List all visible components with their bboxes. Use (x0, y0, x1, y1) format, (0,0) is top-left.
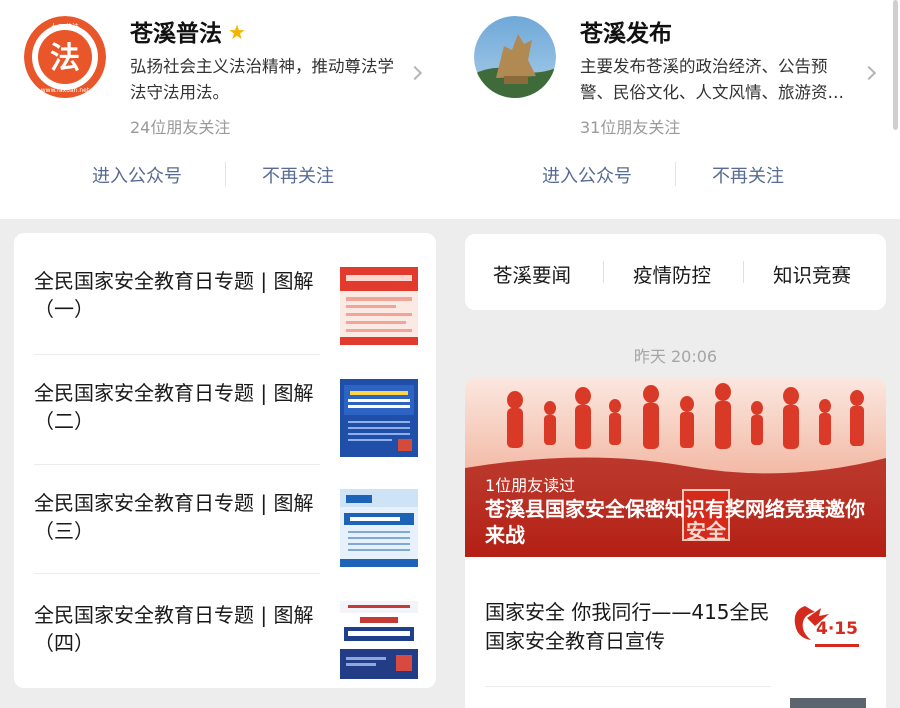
article-list: 全民国家安全教育日专题 | 图解（一） 全民国家安全教育日专题 | 图解（二） (14, 233, 436, 688)
sculpture-photo-icon (474, 16, 556, 98)
pufa-logo-icon: 法 七五普法 www.faxuan.net (24, 16, 106, 98)
article-thumbnail[interactable] (790, 698, 866, 708)
menu-item-epidemic[interactable]: 疫情防控 (633, 259, 711, 288)
friends-following-count: 24位朋友关注 (130, 118, 231, 137)
account-actions: 进入公众号 不再关注 (450, 156, 900, 192)
list-divider (34, 464, 320, 465)
article-title[interactable]: 全民国家安全教育日专题 | 图解（二） (34, 379, 324, 435)
avatar-badge: 七五普法 (51, 22, 79, 31)
article-thumbnail[interactable] (340, 379, 418, 457)
account-menu: 苍溪要闻 疫情防控 知识竞赛 (465, 234, 886, 310)
subscription-header: 法 七五普法 www.faxuan.net 苍溪普法 ★ 弘扬社会主义法治精神，推… (0, 0, 900, 219)
menu-item-quiz[interactable]: 知识竞赛 (773, 259, 851, 288)
list-item[interactable]: 全民国家安全教育日专题 | 图解（四） (34, 601, 418, 688)
article-thumbnail[interactable]: 4·15 (785, 596, 867, 658)
account-card-cangxi-fabu: 苍溪发布 主要发布苍溪的政治经济、公告预警、民俗文化、人文风情、旅游资… 31位… (450, 0, 900, 219)
article-thumbnail[interactable] (340, 267, 418, 345)
article-title[interactable]: 全民国家安全教育日专题 | 图解（四） (34, 601, 324, 657)
article-title[interactable]: 国家安全 你我同行——415全民国家安全教育日宣传 (485, 598, 780, 656)
account-actions: 进入公众号 不再关注 (0, 156, 450, 192)
account-description[interactable]: 主要发布苍溪的政治经济、公告预警、民俗文化、人文风情、旅游资… (580, 54, 860, 106)
avatar-char: 法 (50, 41, 80, 76)
enter-account-button[interactable]: 进入公众号 (542, 162, 632, 188)
account-name-row[interactable]: 苍溪普法 ★ (130, 14, 246, 48)
account-card-cangxi-pufa: 法 七五普法 www.faxuan.net 苍溪普法 ★ 弘扬社会主义法治精神，推… (0, 0, 450, 219)
unfollow-button[interactable]: 不再关注 (712, 162, 784, 188)
action-divider (225, 162, 226, 186)
unfollow-button[interactable]: 不再关注 (262, 162, 334, 188)
list-divider (34, 354, 320, 355)
menu-item-news[interactable]: 苍溪要闻 (493, 259, 571, 288)
list-divider (34, 573, 320, 574)
enter-account-button[interactable]: 进入公众号 (92, 162, 182, 188)
list-item[interactable]: 全民国家安全教育日专题 | 图解（三） (34, 489, 418, 599)
article-thumbnail[interactable] (340, 489, 418, 567)
message-timestamp: 昨天 20:06 (633, 347, 718, 366)
account-name[interactable]: 苍溪发布 (580, 21, 672, 47)
menu-divider (603, 261, 604, 283)
friends-following-count: 31位朋友关注 (580, 118, 681, 137)
list-divider (485, 686, 771, 687)
logo-text: 4·15 (816, 619, 858, 639)
article-thumbnail[interactable] (340, 601, 418, 679)
message-card: 安全 1位朋友读过 苍溪县国家安全保密知识有奖网络竞赛邀你来战 国家安全 你我同… (465, 378, 886, 708)
friends-read-count: 1位朋友读过 (485, 476, 576, 495)
account-description[interactable]: 弘扬社会主义法治精神，推动尊法学法守法用法。 (130, 54, 410, 106)
menu-divider (743, 261, 744, 283)
national-security-day-logo-icon: 4·15 (785, 596, 867, 658)
list-item[interactable]: 全民国家安全教育日专题 | 图解（一） (34, 267, 418, 377)
account-name-row[interactable]: 苍溪发布 (580, 14, 672, 48)
hero-article[interactable]: 安全 1位朋友读过 苍溪县国家安全保密知识有奖网络竞赛邀你来战 (465, 378, 886, 557)
star-icon: ★ (228, 20, 246, 44)
scrollbar[interactable] (893, 0, 898, 130)
chevron-right-icon[interactable] (407, 65, 423, 81)
action-divider (675, 162, 676, 186)
article-title[interactable]: 全民国家安全教育日专题 | 图解（一） (34, 267, 324, 323)
account-avatar[interactable] (474, 16, 556, 98)
list-item[interactable]: 全民国家安全教育日专题 | 图解（二） (34, 379, 418, 489)
account-name[interactable]: 苍溪普法 (130, 21, 222, 47)
poster-thumbnail-icon (340, 601, 418, 679)
poster-thumbnail-icon (340, 489, 418, 567)
hero-title[interactable]: 苍溪县国家安全保密知识有奖网络竞赛邀你来战 (485, 496, 875, 548)
article-title[interactable]: 全民国家安全教育日专题 | 图解（三） (34, 489, 324, 545)
poster-thumbnail-icon (340, 267, 418, 345)
poster-thumbnail-icon (340, 379, 418, 457)
chevron-right-icon[interactable] (861, 65, 877, 81)
account-avatar[interactable]: 法 七五普法 www.faxuan.net (24, 16, 106, 98)
avatar-url: www.faxuan.net (41, 87, 90, 94)
